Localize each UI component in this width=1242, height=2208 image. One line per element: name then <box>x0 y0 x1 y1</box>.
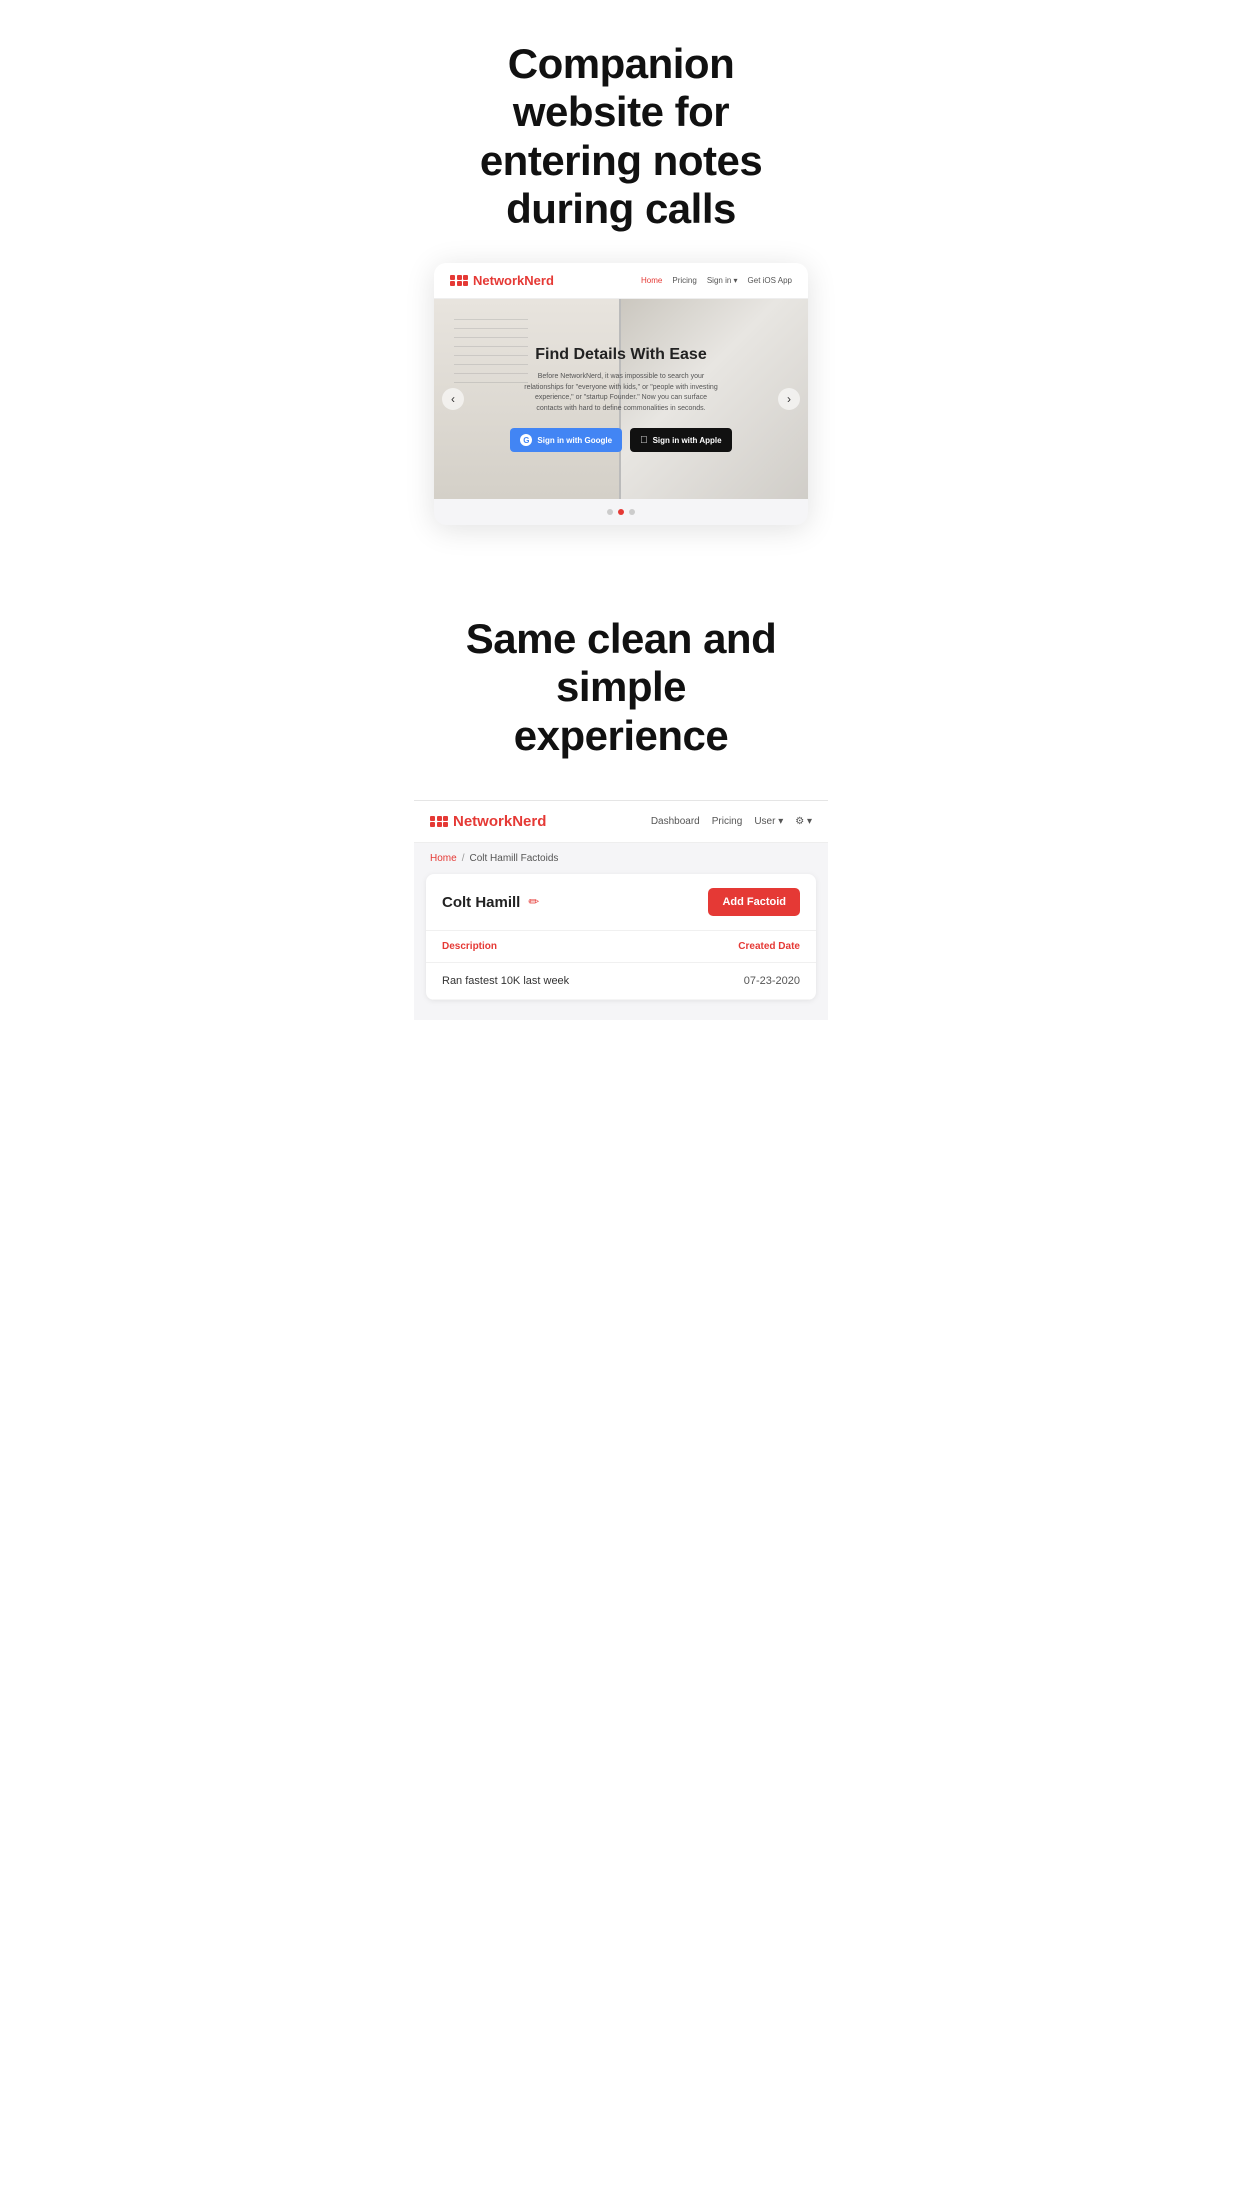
factoid-card: Colt Hamill ✏ Add Factoid Description Cr… <box>426 874 816 1000</box>
dash-logo-grid-icon <box>430 816 448 828</box>
breadcrumb-current: Colt Hamill Factoids <box>469 853 558 864</box>
hero-title: Companion website for entering notes dur… <box>434 40 808 233</box>
carousel: Find Details With Ease Before NetworkNer… <box>434 299 808 525</box>
col-description-header: Description <box>442 941 497 952</box>
dash-nav-links: Dashboard Pricing User ▾ ⚙ ▾ <box>651 816 812 827</box>
dash-nav-pricing[interactable]: Pricing <box>712 816 743 827</box>
carousel-next-button[interactable]: › <box>778 388 800 410</box>
dash-logo-dot <box>430 822 435 827</box>
logo-dot <box>457 275 462 280</box>
dash-nav-gear[interactable]: ⚙ ▾ <box>795 816 812 827</box>
carousel-prev-button[interactable]: ‹ <box>442 388 464 410</box>
logo-word2: Nerd <box>524 273 554 288</box>
nav-ios[interactable]: Get iOS App <box>748 276 792 285</box>
hero-section: Companion website for entering notes dur… <box>414 0 828 263</box>
dash-nav-dashboard[interactable]: Dashboard <box>651 816 700 827</box>
carousel-dot-2[interactable] <box>618 509 624 515</box>
dashboard-screenshot: NetworkNerd Dashboard Pricing User ▾ ⚙ ▾… <box>414 800 828 1020</box>
breadcrumb-home[interactable]: Home <box>430 853 457 864</box>
logo-word1: Network <box>473 273 524 288</box>
dash-logo-dot <box>430 816 435 821</box>
dash-logo-dot <box>443 816 448 821</box>
carousel-dot-3[interactable] <box>629 509 635 515</box>
site-logo: NetworkNerd <box>450 273 554 288</box>
row-date: 07-23-2020 <box>744 975 800 987</box>
dashboard-logo: NetworkNerd <box>430 813 546 830</box>
dashboard-nav: NetworkNerd Dashboard Pricing User ▾ ⚙ ▾ <box>414 801 828 843</box>
breadcrumb-separator: / <box>462 853 465 864</box>
table-header: Description Created Date <box>426 931 816 963</box>
edit-icon[interactable]: ✏ <box>528 894 539 910</box>
card-person: Colt Hamill ✏ <box>442 894 539 911</box>
logo-dot <box>463 275 468 280</box>
person-name: Colt Hamill <box>442 894 520 911</box>
row-description: Ran fastest 10K last week <box>442 975 569 987</box>
nav-home[interactable]: Home <box>641 276 662 285</box>
dash-logo-dot <box>437 822 442 827</box>
logo-grid-icon <box>450 275 468 287</box>
section2-heading: Same clean and simple experience <box>434 615 808 760</box>
logo-dot <box>463 281 468 286</box>
col-date-header: Created Date <box>738 941 800 952</box>
card-header: Colt Hamill ✏ Add Factoid <box>426 874 816 931</box>
carousel-dot-1[interactable] <box>607 509 613 515</box>
carousel-description: Before NetworkNerd, it was impossible to… <box>521 372 721 414</box>
carousel-background: Find Details With Ease Before NetworkNer… <box>434 299 808 499</box>
google-g-icon: G <box>520 434 532 446</box>
nav-pricing[interactable]: Pricing <box>672 276 696 285</box>
google-btn-label: Sign in with Google <box>537 436 612 445</box>
logo-text: NetworkNerd <box>473 273 554 288</box>
carousel-buttons: G Sign in with Google  Sign in with App… <box>510 428 731 452</box>
dash-logo-dot <box>443 822 448 827</box>
site-nav-links: Home Pricing Sign in ▾ Get iOS App <box>641 276 792 285</box>
carousel-title: Find Details With Ease <box>535 346 706 364</box>
dash-logo-word2: Nerd <box>512 813 546 830</box>
sign-in-google-button[interactable]: G Sign in with Google <box>510 428 622 452</box>
add-factoid-button[interactable]: Add Factoid <box>708 888 800 916</box>
apple-btn-label: Sign in with Apple <box>653 436 722 445</box>
logo-dot <box>450 275 455 280</box>
table-row: Ran fastest 10K last week 07-23-2020 <box>426 963 816 1000</box>
logo-dot <box>457 281 462 286</box>
dash-logo-text: NetworkNerd <box>453 813 546 830</box>
breadcrumb: Home / Colt Hamill Factoids <box>414 843 828 874</box>
apple-icon:  <box>640 435 648 446</box>
carousel-content: Find Details With Ease Before NetworkNer… <box>434 299 808 499</box>
website-screenshot: NetworkNerd Home Pricing Sign in ▾ Get i… <box>434 263 808 525</box>
dash-nav-user[interactable]: User ▾ <box>754 816 783 827</box>
sign-in-apple-button[interactable]:  Sign in with Apple <box>630 428 732 452</box>
logo-dot <box>450 281 455 286</box>
section2-title: Same clean and simple experience <box>414 565 828 800</box>
dash-logo-word1: Network <box>453 813 512 830</box>
site-nav: NetworkNerd Home Pricing Sign in ▾ Get i… <box>434 263 808 299</box>
nav-signin[interactable]: Sign in ▾ <box>707 276 738 285</box>
carousel-dots <box>434 499 808 525</box>
dash-logo-dot <box>437 816 442 821</box>
